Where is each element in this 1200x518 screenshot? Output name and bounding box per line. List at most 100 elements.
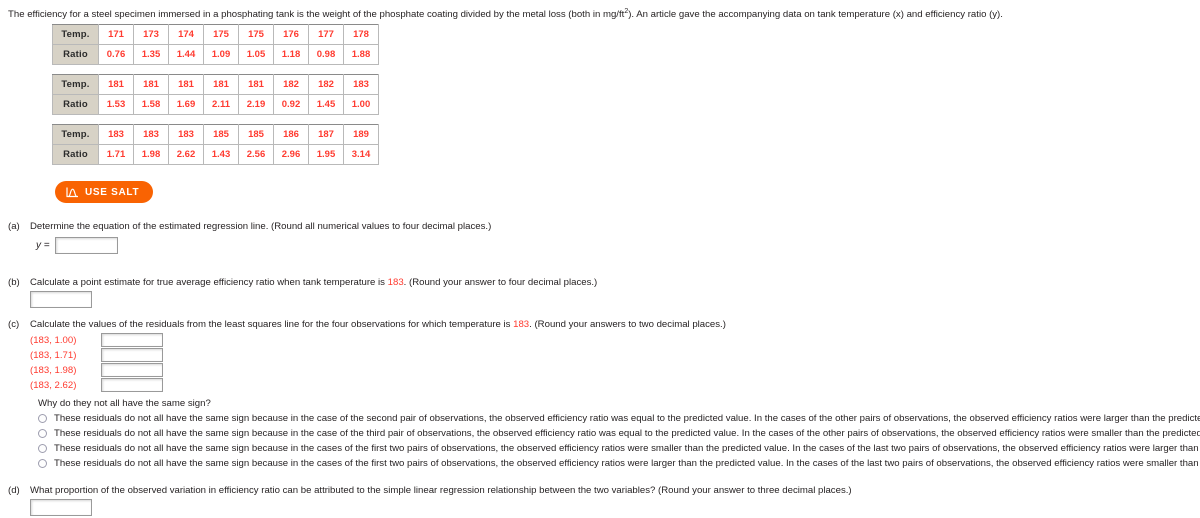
- question-a: (a) Determine the equation of the estimat…: [8, 221, 491, 233]
- question-b-label: (b): [8, 277, 20, 288]
- table-cell: 183: [343, 74, 379, 95]
- table-cell: 2.19: [238, 94, 274, 115]
- table-cell: 175: [203, 24, 239, 45]
- table-cell: 181: [203, 74, 239, 95]
- data-table-2-wrapper: Temp. 181 181 181 181 181 182 182 183 Ra…: [52, 74, 379, 115]
- table-cell: 182: [273, 74, 309, 95]
- table-cell: 1.35: [133, 44, 169, 65]
- residual-row: (183, 2.62): [30, 378, 163, 392]
- table-cell: 183: [133, 124, 169, 145]
- answer-input-a[interactable]: [54, 237, 118, 254]
- question-d-text: What proportion of the observed variatio…: [30, 485, 852, 496]
- row-header-temp: Temp.: [52, 124, 99, 145]
- table-cell: 1.05: [238, 44, 274, 65]
- option-row-2[interactable]: These residuals do not all have the same…: [38, 427, 1200, 442]
- table-cell: 1.44: [168, 44, 204, 65]
- option-row-4[interactable]: These residuals do not all have the same…: [38, 457, 1200, 472]
- table-cell: 176: [273, 24, 309, 45]
- table-cell: 181: [133, 74, 169, 95]
- data-table-3: Temp. 183 183 183 185 185 186 187 189 Ra…: [52, 124, 379, 165]
- answer-input-b[interactable]: [30, 291, 92, 308]
- residual-input-list: (183, 1.00) (183, 1.71) (183, 1.98) (183…: [30, 333, 163, 393]
- table-cell: 1.45: [308, 94, 344, 115]
- use-salt-button[interactable]: USE SALT: [55, 181, 154, 203]
- intro-text-part1: The efficiency for a steel specimen imme…: [8, 9, 625, 21]
- table-cell: 2.96: [273, 144, 309, 165]
- table-cell: 0.98: [308, 44, 344, 65]
- table-cell: 186: [273, 124, 309, 145]
- question-a-text: Determine the equation of the estimated …: [30, 221, 492, 232]
- table-cell: 0.76: [98, 44, 134, 65]
- radio-button-3[interactable]: [38, 444, 47, 453]
- table-cell: 183: [168, 124, 204, 145]
- question-c: (c) Calculate the values of the residuals…: [8, 319, 726, 331]
- table-cell: 1.53: [98, 94, 134, 115]
- table-cell: 171: [98, 24, 134, 45]
- residual-row: (183, 1.98): [30, 363, 163, 377]
- data-table-1-wrapper: Temp. 171 173 174 175 175 176 177 178 Ra…: [52, 24, 379, 65]
- option-row-3[interactable]: These residuals do not all have the same…: [38, 442, 1200, 457]
- use-salt-label: USE SALT: [85, 186, 140, 198]
- answer-input-d[interactable]: [30, 499, 92, 516]
- residual-input-1[interactable]: [101, 333, 163, 347]
- question-a-answer-row: y =: [36, 237, 118, 254]
- radio-button-1[interactable]: [38, 414, 47, 423]
- option-label-3: These residuals do not all have the same…: [54, 443, 1200, 454]
- table-cell: 183: [98, 124, 134, 145]
- question-c-label: (c): [8, 319, 20, 330]
- row-header-temp: Temp.: [52, 24, 99, 45]
- option-label-1: These residuals do not all have the same…: [54, 413, 1200, 424]
- residual-input-2[interactable]: [101, 348, 163, 362]
- radio-button-4[interactable]: [38, 459, 47, 468]
- intro-text-part2: ). An article gave the accompanying data…: [628, 9, 1003, 21]
- table-cell: 1.09: [203, 44, 239, 65]
- table-cell: 1.69: [168, 94, 204, 115]
- question-b: (b) Calculate a point estimate for true a…: [8, 277, 597, 289]
- question-d-label: (d): [8, 485, 20, 496]
- row-header-ratio: Ratio: [52, 44, 99, 65]
- table-cell: 2.56: [238, 144, 274, 165]
- residual-pair-label: (183, 1.71): [30, 349, 77, 361]
- table-cell: 1.58: [133, 94, 169, 115]
- question-c-highlight-value: 183: [513, 319, 530, 330]
- residual-input-3[interactable]: [101, 363, 163, 377]
- row-header-ratio: Ratio: [52, 94, 99, 115]
- table-row-temp: Temp. 171 173 174 175 175 176 177 178: [52, 24, 379, 45]
- table-cell: 0.92: [273, 94, 309, 115]
- table-cell: 175: [238, 24, 274, 45]
- residual-input-4[interactable]: [101, 378, 163, 392]
- question-b-highlight-value: 183: [387, 277, 404, 288]
- table-row-ratio: Ratio 0.76 1.35 1.44 1.09 1.05 1.18 0.98…: [52, 44, 379, 65]
- table-cell: 174: [168, 24, 204, 45]
- table-cell: 177: [308, 24, 344, 45]
- table-cell: 182: [308, 74, 344, 95]
- question-b-text-part2: . (Round your answer to four decimal pla…: [403, 277, 598, 288]
- table-cell: 181: [168, 74, 204, 95]
- problem-statement: The efficiency for a steel specimen imme…: [8, 6, 1003, 21]
- question-b-text-part1: Calculate a point estimate for true aver…: [30, 277, 388, 288]
- question-d: (d) What proportion of the observed varia…: [8, 485, 852, 497]
- question-c-text-part1: Calculate the values of the residuals fr…: [30, 319, 514, 330]
- table-cell: 1.88: [343, 44, 379, 65]
- table-row-ratio: Ratio 1.53 1.58 1.69 2.11 2.19 0.92 1.45…: [52, 94, 379, 115]
- table-cell: 2.62: [168, 144, 204, 165]
- table-cell: 3.14: [343, 144, 379, 165]
- residual-pair-label: (183, 1.98): [30, 364, 77, 376]
- table-cell: 1.00: [343, 94, 379, 115]
- table-cell: 1.18: [273, 44, 309, 65]
- table-cell: 181: [98, 74, 134, 95]
- table-cell: 189: [343, 124, 379, 145]
- option-row-1[interactable]: These residuals do not all have the same…: [38, 412, 1200, 427]
- table-cell: 1.95: [308, 144, 344, 165]
- table-row-temp: Temp. 183 183 183 185 185 186 187 189: [52, 124, 379, 145]
- table-row-temp: Temp. 181 181 181 181 181 182 182 183: [52, 74, 379, 95]
- why-prompt: Why do they not all have the same sign?: [38, 398, 211, 409]
- data-table-3-wrapper: Temp. 183 183 183 185 185 186 187 189 Ra…: [52, 124, 379, 165]
- distribution-curve-icon: [66, 186, 79, 198]
- option-label-2: These residuals do not all have the same…: [54, 428, 1200, 439]
- table-cell: 185: [203, 124, 239, 145]
- table-cell: 173: [133, 24, 169, 45]
- residual-pair-label: (183, 2.62): [30, 379, 77, 391]
- radio-button-2[interactable]: [38, 429, 47, 438]
- row-header-temp: Temp.: [52, 74, 99, 95]
